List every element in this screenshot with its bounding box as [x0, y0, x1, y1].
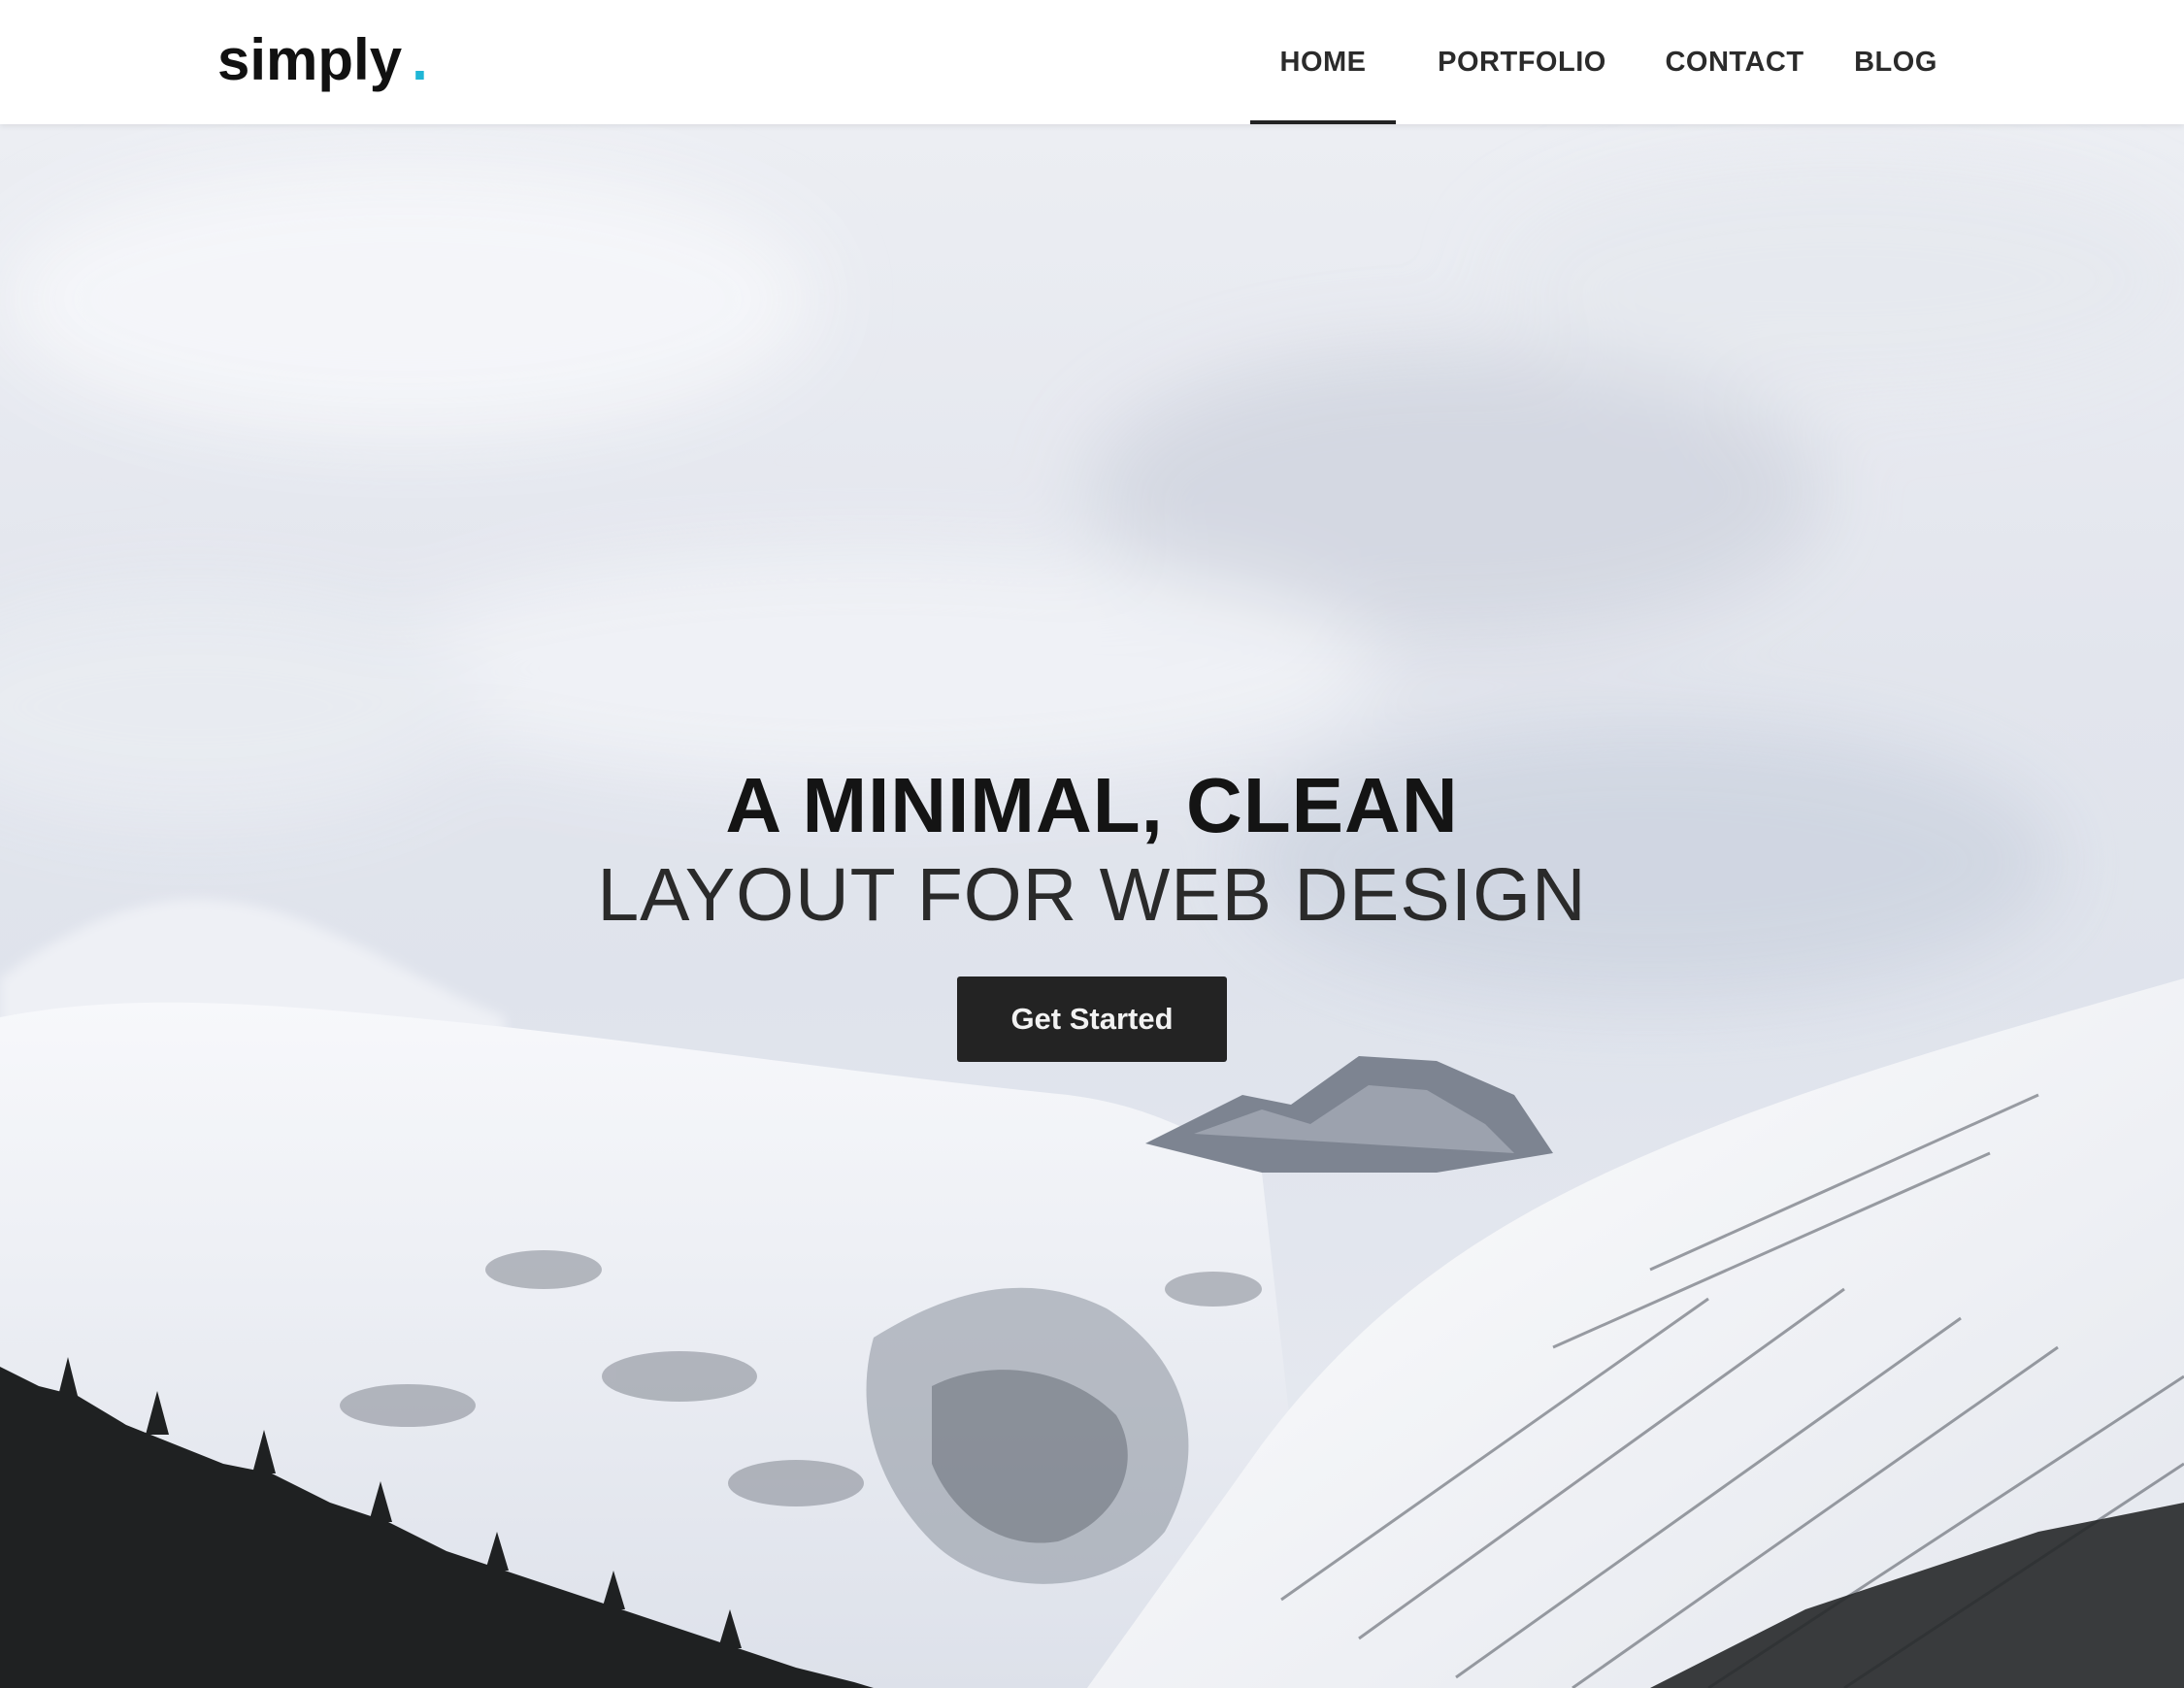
- site-logo[interactable]: simply.: [217, 25, 428, 95]
- logo-dot: .: [412, 27, 428, 92]
- nav-item-home[interactable]: HOME: [1250, 0, 1396, 124]
- hero-headline-line2: LAYOUT FOR WEB DESIGN: [597, 853, 1587, 937]
- nav-item-blog[interactable]: BLOG: [1833, 0, 1959, 124]
- hero-section: A MINIMAL, CLEAN LAYOUT FOR WEB DESIGN G…: [0, 124, 2184, 1688]
- nav-item-portfolio[interactable]: PORTFOLIO: [1406, 0, 1638, 124]
- logo-text: simply: [217, 27, 403, 92]
- nav-item-contact[interactable]: CONTACT: [1642, 0, 1827, 124]
- get-started-button[interactable]: Get Started: [957, 976, 1227, 1062]
- hero-headline-line1: A MINIMAL, CLEAN: [725, 762, 1459, 848]
- site-header: simply. HOME PORTFOLIO CONTACT BLOG: [0, 0, 2184, 124]
